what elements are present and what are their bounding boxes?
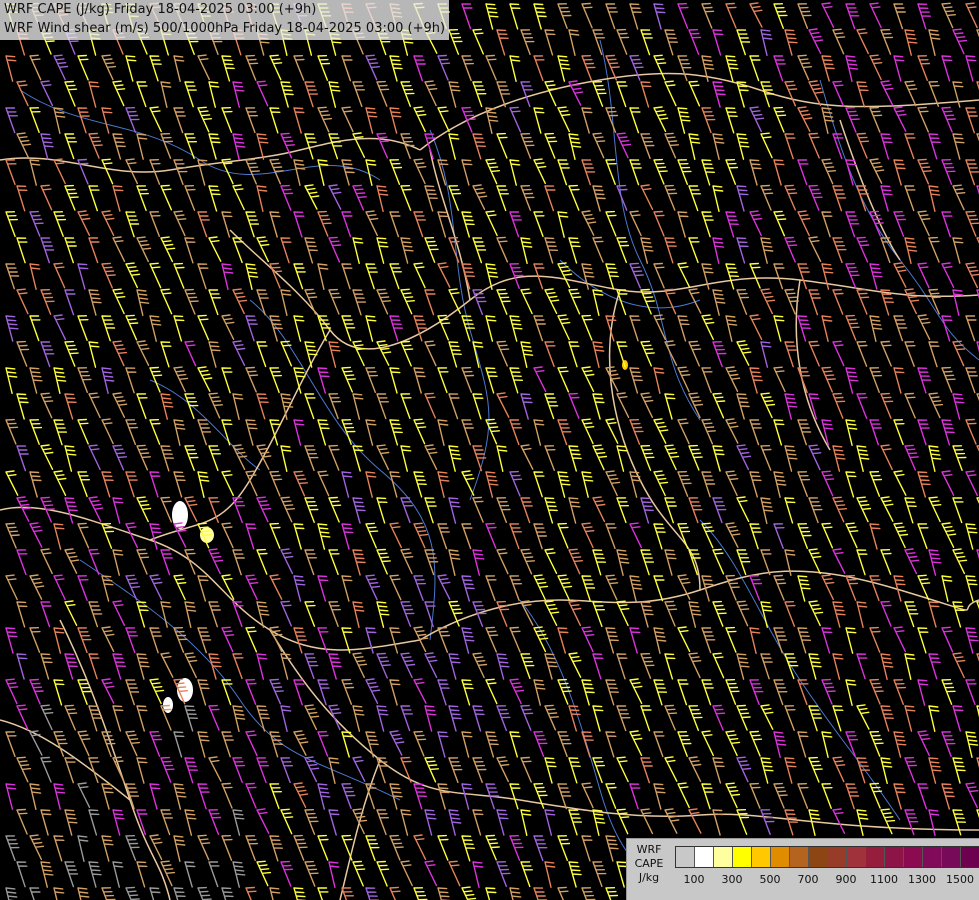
map-title-box: WRF CAPE (J/kg) Friday 18-04-2025 03:00 … [0, 0, 450, 40]
legend-variable-name: CAPE [634, 857, 664, 870]
legend-swatch [714, 847, 733, 867]
legend-tick: 1300 [908, 873, 936, 886]
legend-swatch [790, 847, 809, 867]
legend-swatch [733, 847, 752, 867]
legend-model-name: WRF [636, 843, 662, 856]
legend-tick: 500 [759, 873, 781, 886]
legend-tick-labels: 100 300 500 700 900 1100 1300 1500 [675, 873, 975, 889]
legend-tick: 100 [683, 873, 705, 886]
legend-swatch [695, 847, 714, 867]
legend-label: WRF CAPE J/kg [627, 843, 671, 885]
legend-swatch [904, 847, 923, 867]
legend-tick: 700 [797, 873, 819, 886]
legend-swatch [847, 847, 866, 867]
cape-legend: WRF CAPE J/kg 100 300 500 700 900 1100 1300 150… [626, 838, 979, 900]
legend-swatch [676, 847, 695, 867]
legend-swatch [828, 847, 847, 867]
legend-swatch [752, 847, 771, 867]
legend-swatch [866, 847, 885, 867]
legend-unit: J/kg [638, 871, 660, 884]
cape-title: WRF CAPE (J/kg) Friday 18-04-2025 03:00 … [4, 2, 317, 17]
legend-swatch [923, 847, 942, 867]
legend-tick: 300 [721, 873, 743, 886]
legend-color-scale [675, 846, 979, 868]
legend-swatch [885, 847, 904, 867]
cape-patch [177, 678, 193, 702]
wind-shear-title: WRF Wind shear (m/s) 500/1000hPa Friday … [4, 21, 446, 36]
legend-swatch [942, 847, 961, 867]
legend-tick: 1100 [870, 873, 898, 886]
legend-tick: 1500 [946, 873, 974, 886]
legend-swatch [809, 847, 828, 867]
legend-swatch [771, 847, 790, 867]
legend-tick: 900 [835, 873, 857, 886]
weather-map [0, 0, 979, 900]
legend-swatch [961, 847, 979, 867]
